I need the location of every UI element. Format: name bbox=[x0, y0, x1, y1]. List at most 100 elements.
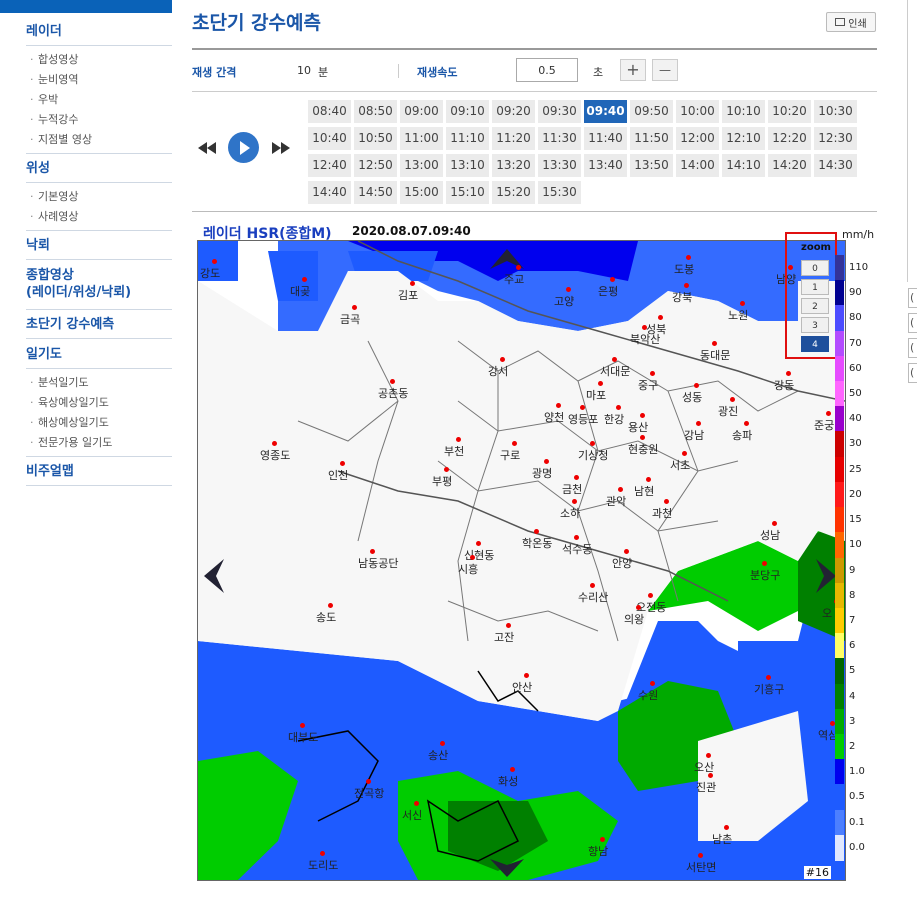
sidebar-item-lightning[interactable]: 낙뢰 bbox=[26, 237, 50, 254]
side-tab[interactable]: ( bbox=[908, 363, 917, 383]
sidebar-subitem[interactable]: 기본영상 bbox=[30, 190, 79, 204]
side-tab[interactable]: ( bbox=[908, 338, 917, 358]
time-slot[interactable]: 11:30 bbox=[538, 127, 581, 150]
time-slot[interactable]: 11:40 bbox=[584, 127, 627, 150]
legend-swatch bbox=[835, 305, 844, 332]
time-slot[interactable]: 11:20 bbox=[492, 127, 535, 150]
place-marker bbox=[574, 535, 579, 540]
sidebar-subitem[interactable]: 전문가용 일기도 bbox=[30, 436, 112, 450]
legend-swatch bbox=[835, 658, 844, 685]
time-slot[interactable]: 13:20 bbox=[492, 154, 535, 177]
time-slot[interactable]: 08:40 bbox=[308, 100, 351, 123]
sidebar-item-nowcast[interactable]: 초단기 강수예측 bbox=[26, 316, 114, 333]
sidebar-item-composite[interactable]: 종합영상 (레이더/위성/낙뢰) bbox=[26, 267, 131, 301]
sidebar-subitem[interactable]: 분석일기도 bbox=[30, 376, 89, 390]
sidebar-subitem[interactable]: 우박 bbox=[30, 93, 58, 107]
legend-swatch bbox=[835, 834, 844, 861]
side-tab[interactable]: ( bbox=[908, 313, 917, 333]
place-marker bbox=[272, 441, 277, 446]
time-slot[interactable]: 14:20 bbox=[768, 154, 811, 177]
pan-left-icon[interactable] bbox=[204, 559, 224, 593]
legend-swatch bbox=[835, 759, 844, 786]
time-slot[interactable]: 11:00 bbox=[400, 127, 443, 150]
sidebar-subitem[interactable]: 눈비영역 bbox=[30, 73, 79, 87]
time-slot[interactable]: 10:10 bbox=[722, 100, 765, 123]
time-slot[interactable]: 09:50 bbox=[630, 100, 673, 123]
time-slot[interactable]: 15:10 bbox=[446, 181, 489, 204]
time-slot[interactable]: 10:40 bbox=[308, 127, 351, 150]
time-slot[interactable]: 12:40 bbox=[308, 154, 351, 177]
time-slot[interactable]: 09:10 bbox=[446, 100, 489, 123]
time-slot[interactable]: 09:00 bbox=[400, 100, 443, 123]
place-marker bbox=[664, 499, 669, 504]
sidebar-subitem[interactable]: 육상예상일기도 bbox=[30, 396, 109, 410]
time-slot[interactable]: 10:30 bbox=[814, 100, 857, 123]
time-slot[interactable]: 13:10 bbox=[446, 154, 489, 177]
time-slot[interactable]: 12:20 bbox=[768, 127, 811, 150]
time-slot[interactable]: 10:20 bbox=[768, 100, 811, 123]
rewind-icon[interactable] bbox=[198, 142, 216, 154]
place-label: 동대문 bbox=[700, 349, 731, 362]
sidebar-item-weather-chart[interactable]: 일기도 bbox=[26, 346, 62, 363]
time-slot[interactable]: 11:50 bbox=[630, 127, 673, 150]
time-slot[interactable]: 13:50 bbox=[630, 154, 673, 177]
time-slot[interactable]: 15:00 bbox=[400, 181, 443, 204]
sidebar-subitem[interactable]: 누적강수 bbox=[30, 113, 79, 127]
speed-input[interactable]: 0.5 bbox=[516, 58, 578, 82]
sidebar-item-visual-map[interactable]: 비주얼맵 bbox=[26, 463, 74, 480]
zoom-level-button[interactable]: 1 bbox=[801, 279, 829, 295]
map-timestamp: 2020.08.07.09:40 bbox=[352, 224, 471, 238]
speed-decrease-button[interactable]: — bbox=[652, 59, 678, 81]
time-slot[interactable]: 10:00 bbox=[676, 100, 719, 123]
sidebar-item-radar[interactable]: 레이더 bbox=[26, 23, 62, 40]
time-slot[interactable]: 14:50 bbox=[354, 181, 397, 204]
place-label: 향남 bbox=[588, 845, 609, 858]
time-slot[interactable]: 09:30 bbox=[538, 100, 581, 123]
zoom-level-button[interactable]: 4 bbox=[801, 336, 829, 352]
place-marker bbox=[580, 405, 585, 410]
pan-right-icon[interactable] bbox=[816, 559, 836, 593]
legend-label: 7 bbox=[849, 614, 856, 626]
time-slot[interactable]: 13:30 bbox=[538, 154, 581, 177]
side-tab[interactable]: ( bbox=[908, 288, 917, 308]
time-slot[interactable]: 10:50 bbox=[354, 127, 397, 150]
time-slot[interactable]: 15:20 bbox=[492, 181, 535, 204]
time-slot[interactable]: 14:40 bbox=[308, 181, 351, 204]
time-slot[interactable]: 12:50 bbox=[354, 154, 397, 177]
time-slot[interactable]: 15:30 bbox=[538, 181, 581, 204]
time-slot[interactable]: 12:00 bbox=[676, 127, 719, 150]
sidebar-item-satellite[interactable]: 위성 bbox=[26, 160, 50, 177]
logo-bar bbox=[0, 0, 172, 13]
sidebar-subitem[interactable]: 사례영상 bbox=[30, 210, 79, 224]
legend-label: 4 bbox=[849, 690, 856, 702]
time-slot[interactable]: 09:20 bbox=[492, 100, 535, 123]
time-slot[interactable]: 14:10 bbox=[722, 154, 765, 177]
time-slot[interactable]: 13:00 bbox=[400, 154, 443, 177]
time-slot[interactable]: 11:10 bbox=[446, 127, 489, 150]
time-slot[interactable]: 13:40 bbox=[584, 154, 627, 177]
speed-increase-button[interactable]: + bbox=[620, 59, 646, 81]
radar-map[interactable]: 강도 대곶 김포 주교 고양 은평 도봉 강북 노원 남양 금곡 성북 북악산 동대문 서대문 강서 마포 중구 성… bbox=[197, 240, 846, 881]
divider bbox=[26, 230, 172, 231]
zoom-level-button[interactable]: 0 bbox=[801, 260, 829, 276]
fast-forward-icon[interactable] bbox=[272, 142, 290, 154]
time-slot[interactable]: 14:00 bbox=[676, 154, 719, 177]
place-marker bbox=[766, 675, 771, 680]
sidebar-subitem[interactable]: 해상예상일기도 bbox=[30, 416, 109, 430]
play-button[interactable] bbox=[228, 132, 259, 163]
print-button[interactable]: 인쇄 bbox=[826, 12, 876, 32]
sidebar-subitem[interactable]: 지점별 영상 bbox=[30, 133, 92, 147]
time-slot[interactable]: 09:40 bbox=[584, 100, 627, 123]
time-slot[interactable]: 14:30 bbox=[814, 154, 857, 177]
time-slot[interactable]: 08:50 bbox=[354, 100, 397, 123]
zoom-level-button[interactable]: 3 bbox=[801, 317, 829, 333]
sidebar: 레이더 합성영상 눈비영역 우박 누적강수 지점별 영상 위성 기본영상 사례영… bbox=[0, 0, 172, 907]
pan-down-icon[interactable] bbox=[490, 859, 524, 877]
legend-swatch bbox=[835, 633, 844, 660]
zoom-level-button[interactable]: 2 bbox=[801, 298, 829, 314]
divider bbox=[26, 153, 172, 154]
sidebar-subitem[interactable]: 합성영상 bbox=[30, 53, 79, 67]
time-slot[interactable]: 12:10 bbox=[722, 127, 765, 150]
place-marker bbox=[624, 549, 629, 554]
time-slot[interactable]: 12:30 bbox=[814, 127, 857, 150]
